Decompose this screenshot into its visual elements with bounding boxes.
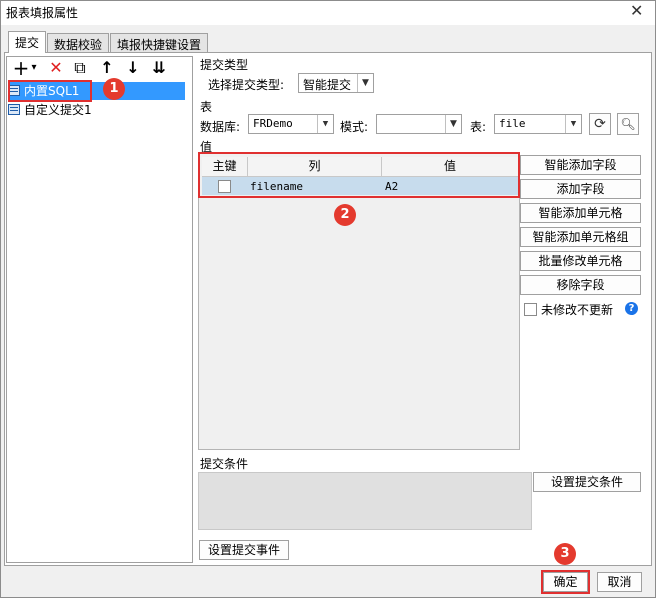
table-select[interactable]: file ▼ <box>494 114 582 134</box>
no-update-label: 未修改不更新 <box>541 303 614 317</box>
set-event-button[interactable]: 设置提交事件 <box>199 540 289 560</box>
schema-select[interactable]: ▼ <box>376 114 462 134</box>
chevron-down-icon: ▼ <box>565 115 581 133</box>
smart-add-cell-button[interactable]: 智能添加单元格 <box>520 203 641 223</box>
batch-modify-cell-button[interactable]: 批量修改单元格 <box>520 251 641 271</box>
refresh-icon[interactable]: ⟳ <box>589 113 611 135</box>
smart-add-field-button[interactable]: 智能添加字段 <box>520 155 641 175</box>
step-badge-1: 1 <box>103 78 125 100</box>
tab-submit[interactable]: 提交 <box>8 31 47 53</box>
add-dropdown-icon[interactable]: ▾ <box>29 58 39 78</box>
highlight-box-3 <box>541 570 590 594</box>
remove-field-button[interactable]: 移除字段 <box>520 275 641 295</box>
database-select[interactable]: FRDemo ▼ <box>248 114 334 134</box>
database-icon <box>8 104 20 115</box>
cancel-button[interactable]: 取消 <box>597 572 642 592</box>
no-update-checkbox[interactable] <box>524 303 537 316</box>
move-up-icon[interactable]: ↑ <box>97 58 117 78</box>
tab-data-validation[interactable]: 数据校验 <box>47 33 110 53</box>
move-bottom-icon[interactable]: ⇊ <box>148 58 170 78</box>
highlight-box-1 <box>8 80 92 102</box>
help-icon[interactable]: ? <box>625 302 638 315</box>
move-down-icon[interactable]: ↓ <box>123 58 143 78</box>
step-badge-2: 2 <box>334 204 356 226</box>
table-value: file <box>499 117 526 130</box>
chevron-down-icon: ▼ <box>317 115 333 133</box>
chevron-down-icon: ▼ <box>357 74 373 92</box>
title-bar <box>1 1 655 25</box>
submit-type-section-label: 提交类型 <box>200 58 249 72</box>
schema-label: 模式: <box>340 120 369 134</box>
condition-section-label: 提交条件 <box>200 457 249 471</box>
add-field-button[interactable]: 添加字段 <box>520 179 641 199</box>
delete-icon[interactable]: ✕ <box>46 58 66 78</box>
condition-area <box>198 472 532 530</box>
tab-shortcut-settings[interactable]: 填报快捷键设置 <box>110 33 209 53</box>
smart-add-cell-group-button[interactable]: 智能添加单元格组 <box>520 227 641 247</box>
close-icon[interactable]: ✕ <box>630 1 643 21</box>
table-section-label: 表 <box>200 100 213 114</box>
database-label: 数据库: <box>200 120 241 134</box>
add-icon[interactable]: + <box>12 58 30 78</box>
database-value: FRDemo <box>253 117 293 130</box>
step-badge-3: 3 <box>554 543 576 565</box>
copy-icon[interactable]: ⧉ <box>70 58 90 78</box>
set-condition-button[interactable]: 设置提交条件 <box>533 472 641 492</box>
preview-icon[interactable]: 🔍︎ <box>617 113 639 135</box>
highlight-box-2 <box>198 152 520 198</box>
dialog-title: 报表填报属性 <box>6 6 79 20</box>
submit-list-pane <box>6 56 193 563</box>
tree-item-label: 自定义提交1 <box>24 103 92 117</box>
submit-type-select[interactable]: 智能提交 ▼ <box>298 73 374 93</box>
submit-type-value: 智能提交 <box>303 78 352 92</box>
chevron-down-icon: ▼ <box>445 115 461 133</box>
submit-type-label: 选择提交类型: <box>208 78 285 92</box>
table-label: 表: <box>470 120 487 134</box>
tree-item-custom-submit[interactable]: 自定义提交1 <box>8 101 92 119</box>
